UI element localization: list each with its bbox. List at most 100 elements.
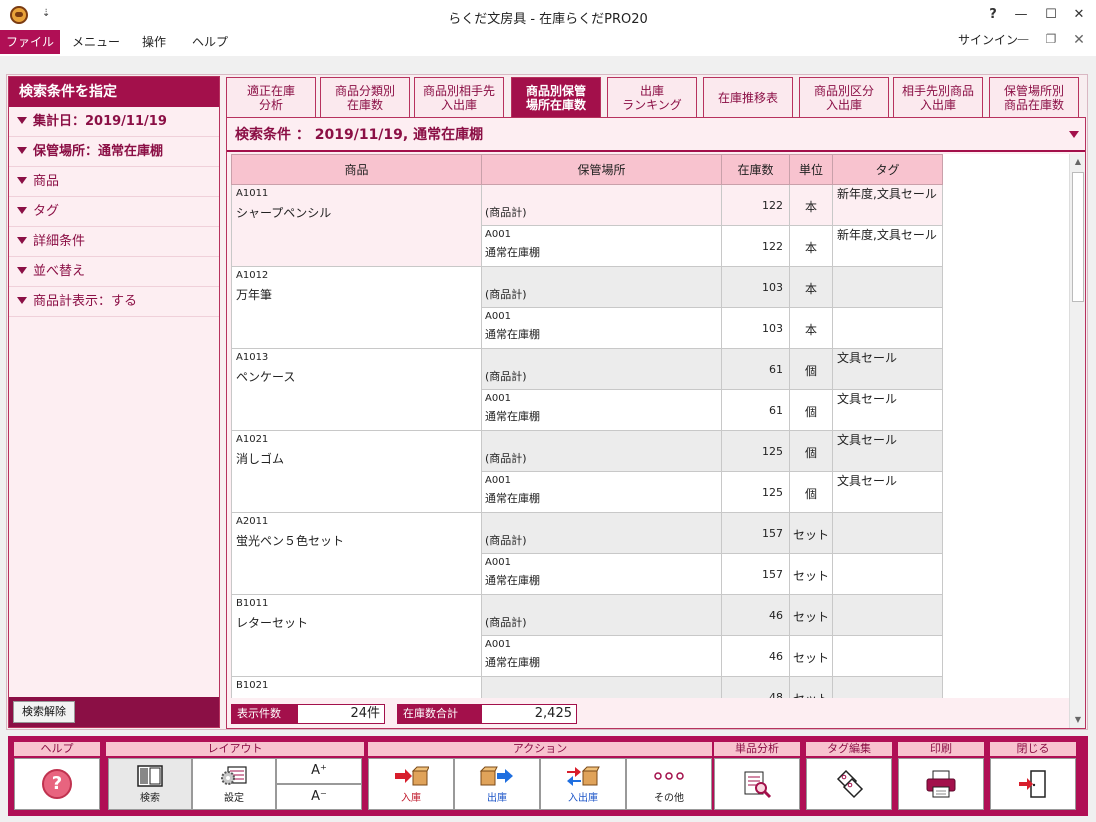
location-cell[interactable]: (商品計) [481,184,722,226]
layout-settings-button[interactable]: 設定 [192,758,276,810]
col-header-tag[interactable]: タグ [832,154,943,185]
tag-cell[interactable] [832,307,943,349]
receive-button[interactable]: 入庫 [368,758,454,810]
quantity-cell[interactable]: 125 [721,430,790,472]
layout-search-button[interactable]: 検索 [108,758,192,810]
location-cell[interactable]: A001 通常在庫棚 [481,389,722,431]
quantity-cell[interactable]: 122 [721,184,790,226]
unit-cell[interactable]: 個 [789,430,833,472]
table-row[interactable]: A1012 万年筆 (商品計) 103 本 [231,266,943,349]
col-header-location[interactable]: 保管場所 [481,154,722,185]
product-cell[interactable]: B1021 [231,676,482,698]
unit-cell[interactable]: 個 [789,389,833,431]
window-minimize-button[interactable]: — [1008,4,1034,26]
tag-cell[interactable] [832,635,943,677]
tab-optimal-stock[interactable]: 適正在庫 分析 [226,77,316,117]
unit-cell[interactable]: セット [789,594,833,636]
condition-tag[interactable]: タグ [9,197,219,227]
help-button[interactable]: ? [14,758,100,810]
location-cell[interactable]: A001 通常在庫棚 [481,635,722,677]
scroll-up-icon[interactable]: ▲ [1071,154,1085,170]
menu-help[interactable]: ヘルプ [188,30,232,54]
ribbon-restore-button[interactable]: ❐ [1040,32,1062,46]
unit-cell[interactable]: 本 [789,184,833,226]
unit-cell[interactable]: 本 [789,307,833,349]
tab-shipping-ranking[interactable]: 出庫 ランキング [607,77,697,117]
ribbon-close-button[interactable]: ✕ [1068,32,1090,48]
in-out-button[interactable]: 入出庫 [540,758,626,810]
quantity-cell[interactable]: 125 [721,471,790,513]
clear-search-button[interactable]: 検索解除 [13,701,75,723]
quantity-cell[interactable]: 61 [721,348,790,390]
tag-edit-button[interactable] [806,758,892,810]
col-header-unit[interactable]: 単位 [789,154,833,185]
window-help-button[interactable]: ? [980,4,1006,26]
other-actions-button[interactable]: その他 [626,758,712,810]
quantity-cell[interactable]: 46 [721,635,790,677]
font-size-up-button[interactable]: A⁺ [276,758,362,784]
vertical-scrollbar[interactable]: ▲ ▼ [1069,154,1085,728]
location-cell[interactable]: A001 通常在庫棚 [481,307,722,349]
table-row[interactable]: A1013 ペンケース (商品計) 61 個文具セール [231,348,943,431]
tag-cell[interactable] [832,266,943,308]
product-cell[interactable]: A1012 万年筆 [231,266,482,349]
condition-date[interactable]: 集計日：2019/11/19 [9,107,219,137]
tag-cell[interactable]: 文具セール [832,471,943,513]
location-cell[interactable]: A001 通常在庫棚 [481,225,722,267]
tag-cell[interactable] [832,553,943,595]
tab-stock-trend[interactable]: 在庫推移表 [703,77,793,117]
chevron-down-icon[interactable] [1069,131,1079,138]
unit-cell[interactable]: セット [789,635,833,677]
table-row[interactable]: A1021 消しゴム (商品計) 125 個文具セール [231,430,943,513]
location-cell[interactable]: (商品計) [481,512,722,554]
condition-product-total[interactable]: 商品計表示：する [9,287,219,317]
tab-location-product-stock[interactable]: 保管場所別 商品在庫数 [989,77,1079,117]
ribbon-minimize-button[interactable]: — [1012,32,1034,46]
location-cell[interactable]: (商品計) [481,348,722,390]
scroll-down-icon[interactable]: ▼ [1071,712,1085,728]
location-cell[interactable]: (商品計) [481,430,722,472]
quantity-cell[interactable]: 157 [721,512,790,554]
scroll-thumb[interactable] [1072,172,1084,302]
menu-file[interactable]: ファイル [0,30,60,54]
tab-partner-inout[interactable]: 商品別相手先 入出庫 [414,77,504,117]
product-cell[interactable]: A2011 蛍光ペン５色セット [231,512,482,595]
menu-operations[interactable]: 操作 [136,30,172,54]
tab-category-stock[interactable]: 商品分類別 在庫数 [320,77,410,117]
print-button[interactable] [898,758,984,810]
signin-link[interactable]: サインイン [958,30,1018,50]
ship-button[interactable]: 出庫 [454,758,540,810]
quantity-cell[interactable]: 61 [721,389,790,431]
quantity-cell[interactable]: 103 [721,307,790,349]
unit-cell[interactable]: 個 [789,471,833,513]
tab-location-stock[interactable]: 商品別保管 場所在庫数 [511,77,601,118]
window-maximize-button[interactable]: ☐ [1038,4,1064,26]
condition-sort[interactable]: 並べ替え [9,257,219,287]
unit-cell[interactable]: 本 [789,266,833,308]
tag-cell[interactable]: 文具セール [832,348,943,390]
product-cell[interactable]: A1013 ペンケース [231,348,482,431]
unit-cell[interactable]: 本 [789,225,833,267]
product-cell[interactable]: A1021 消しゴム [231,430,482,513]
condition-details[interactable]: 詳細条件 [9,227,219,257]
unit-cell[interactable]: セット [789,676,833,698]
location-cell[interactable] [481,676,722,698]
table-row[interactable]: A1011 シャープペンシル (商品計) 122 本新年度,文具セール [231,184,943,267]
tab-partner-product-inout[interactable]: 相手先別商品 入出庫 [893,77,983,117]
tag-cell[interactable]: 新年度,文具セール [832,225,943,267]
col-header-product[interactable]: 商品 [231,154,482,185]
tag-cell[interactable]: 新年度,文具セール [832,184,943,226]
condition-location[interactable]: 保管場所：通常在庫棚 [9,137,219,167]
close-button[interactable] [990,758,1076,810]
location-cell[interactable]: A001 通常在庫棚 [481,471,722,513]
quantity-cell[interactable]: 103 [721,266,790,308]
quantity-cell[interactable]: 46 [721,594,790,636]
tag-cell[interactable] [832,676,943,698]
tag-cell[interactable]: 文具セール [832,389,943,431]
window-close-button[interactable]: ✕ [1066,4,1092,26]
tab-category-inout[interactable]: 商品別区分 入出庫 [799,77,889,117]
table-row[interactable]: B1011 レターセット (商品計) 46 セット [231,594,943,677]
tag-cell[interactable] [832,512,943,554]
table-row[interactable]: B1021 48セット [231,676,943,698]
condition-product[interactable]: 商品 [9,167,219,197]
